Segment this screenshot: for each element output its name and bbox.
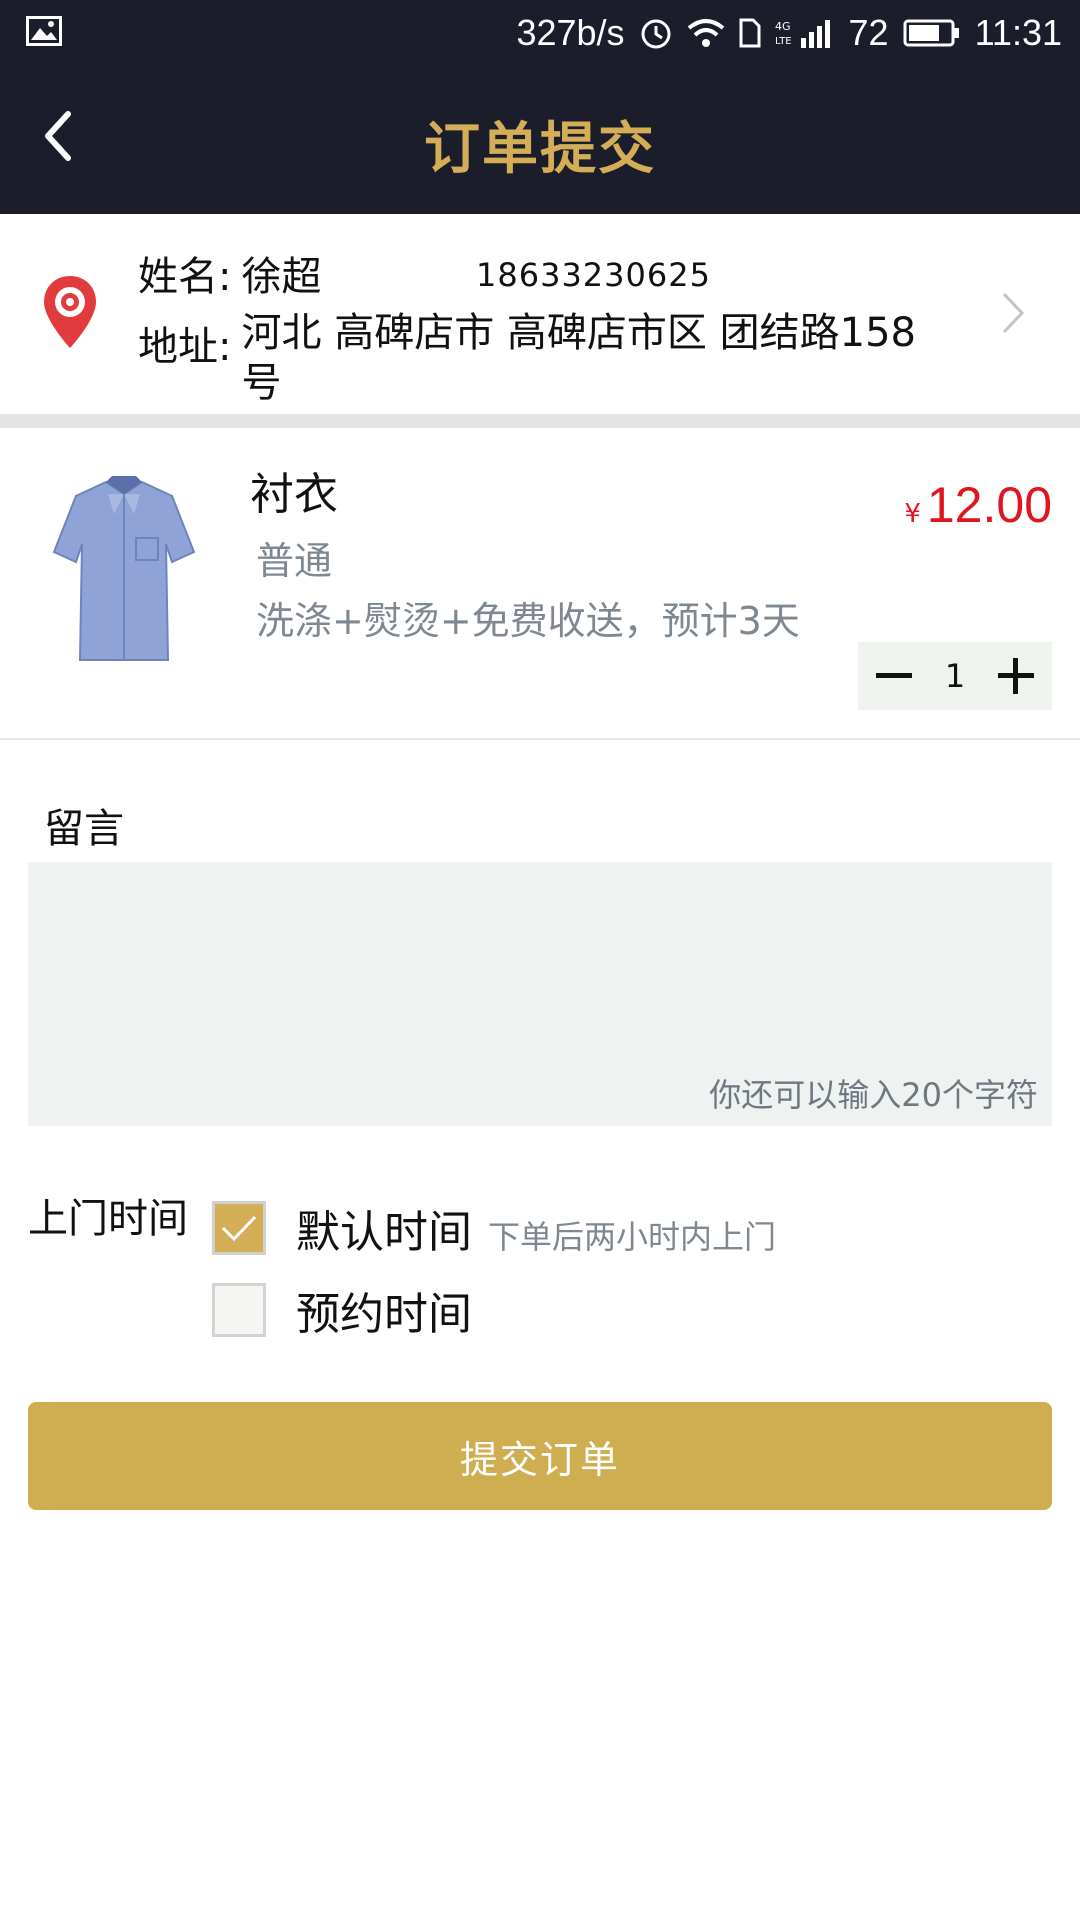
- currency-symbol: ¥: [904, 499, 921, 529]
- scheduled-time-checkbox[interactable]: [212, 1283, 266, 1337]
- wifi-icon: [687, 18, 725, 48]
- message-label: 留言: [44, 806, 124, 852]
- visit-time-label: 上门时间: [28, 1196, 188, 1242]
- increase-button[interactable]: [988, 648, 1044, 704]
- address-card[interactable]: 姓名: 徐超 18633230625 地址: 河北 高碑店市 高碑店市区 团结路…: [0, 214, 1080, 414]
- message-char-counter: 你还可以输入20个字符: [709, 1076, 1038, 1114]
- default-time-checkbox[interactable]: [212, 1201, 266, 1255]
- product-description: 洗涤+熨烫+免费收送，预计3天: [256, 599, 800, 643]
- section-divider: [0, 738, 1080, 740]
- product-item: 衬衣 普通 洗涤+熨烫+免费收送，预计3天 ¥ 12.00 1: [0, 428, 1080, 738]
- address-text: 河北 高碑店市 高碑店市区 团结路158号: [241, 310, 916, 406]
- chevron-right-icon: [1002, 292, 1025, 334]
- recipient-row: 姓名: 徐超: [138, 244, 321, 302]
- product-name: 衬衣: [250, 469, 338, 520]
- product-price: ¥ 12.00: [904, 476, 1052, 534]
- quantity-stepper: 1: [858, 642, 1052, 710]
- page-title: 订单提交: [424, 117, 656, 182]
- image-icon: [26, 16, 62, 46]
- clock: 11:31: [974, 12, 1062, 53]
- plus-icon: [997, 658, 1034, 694]
- product-grade: 普通: [256, 539, 333, 583]
- minus-icon: [876, 673, 912, 678]
- battery-level: 72: [848, 12, 889, 53]
- battery-icon: [903, 18, 961, 48]
- status-bar: 327b/s 4G LTE 72 11:31: [0, 0, 1080, 66]
- submit-order-button[interactable]: 提交订单: [28, 1402, 1052, 1510]
- recipient-name: 徐超: [241, 254, 322, 300]
- scheduled-time-label: 预约时间: [296, 1289, 472, 1340]
- section-divider: [0, 414, 1080, 428]
- decrease-button[interactable]: [866, 648, 922, 704]
- location-pin-icon: [44, 276, 96, 348]
- alarm-icon: [639, 16, 673, 50]
- svg-text:4G: 4G: [775, 20, 791, 33]
- name-label: 姓名:: [138, 254, 232, 300]
- net-speed: 327b/s: [516, 12, 625, 53]
- address-label: 地址:: [138, 324, 232, 370]
- price-value: 12.00: [926, 477, 1052, 533]
- scheduled-time-option[interactable]: 预约时间: [212, 1278, 472, 1342]
- shirt-image: [52, 476, 196, 661]
- default-time-hint: 下单后两小时内上门: [488, 1218, 777, 1256]
- default-time-label: 默认时间: [296, 1207, 472, 1258]
- sim-icon: [739, 18, 761, 48]
- checkmark-icon: [221, 1215, 257, 1242]
- signal-icon: 4G LTE: [775, 18, 835, 48]
- address-row: 地址: 河北 高碑店市 高碑店市区 团结路158号: [138, 310, 941, 408]
- app-header: 订单提交: [0, 66, 1080, 214]
- recipient-phone: 18633230625: [476, 256, 711, 294]
- default-time-option[interactable]: 默认时间 下单后两小时内上门: [212, 1196, 776, 1260]
- svg-text:LTE: LTE: [775, 36, 792, 47]
- quantity-value: 1: [944, 657, 966, 695]
- status-icons: 327b/s 4G LTE 72 11:31: [516, 8, 1062, 58]
